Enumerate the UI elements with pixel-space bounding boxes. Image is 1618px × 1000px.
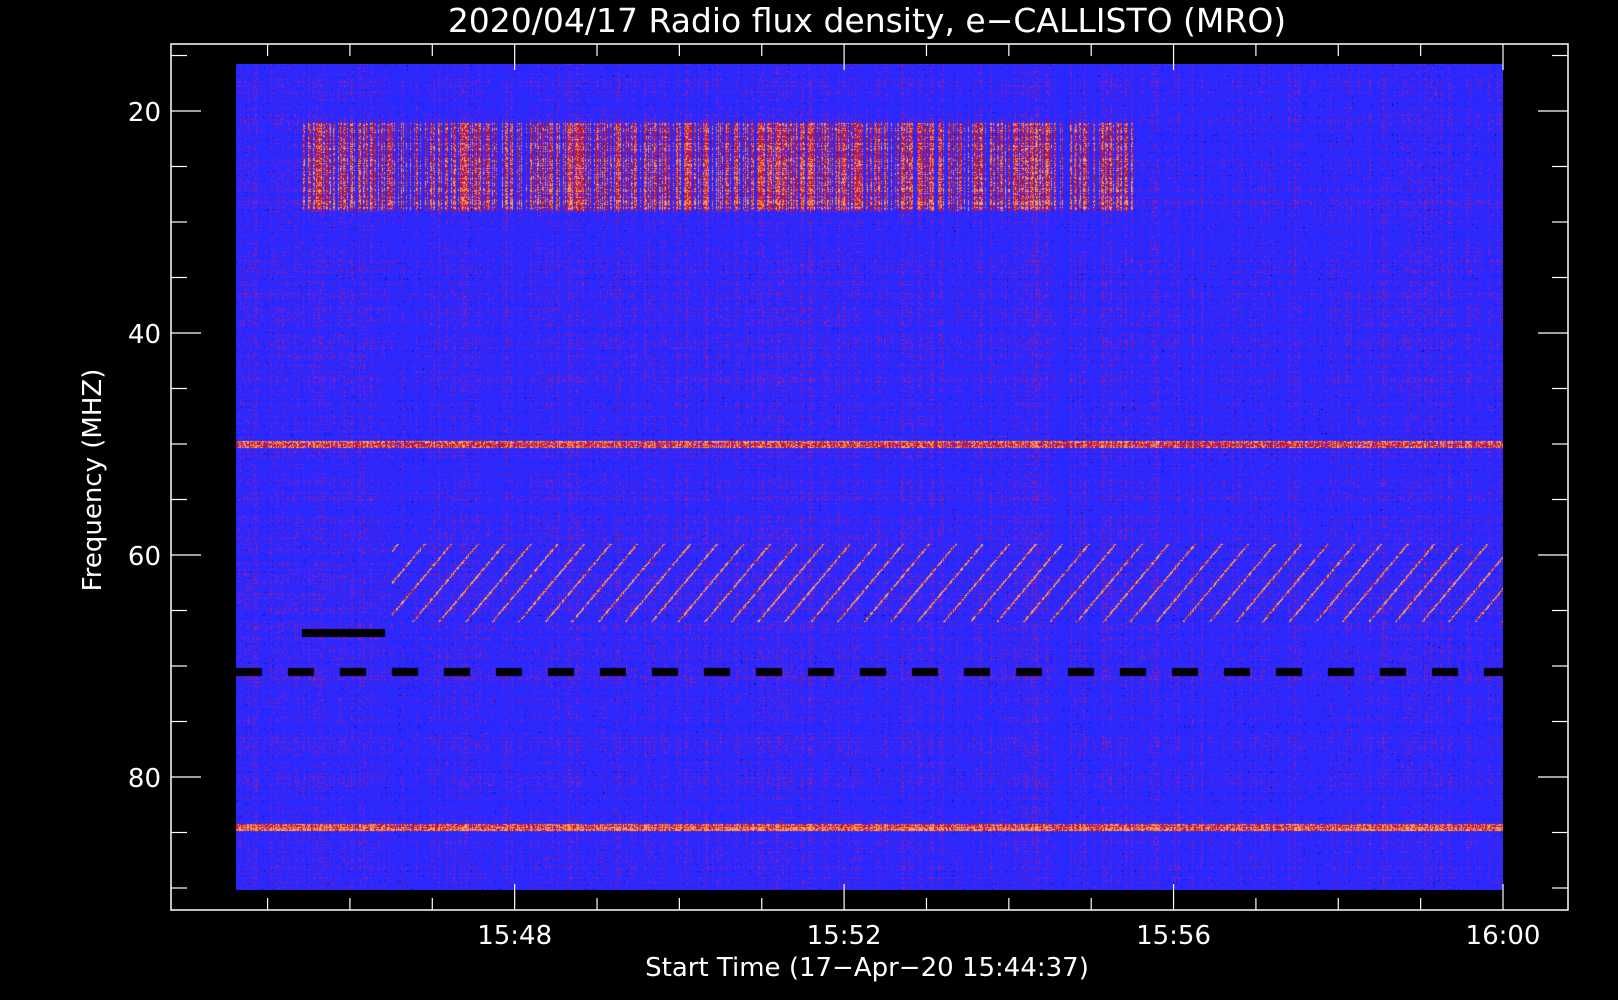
chart-title: 2020/04/17 Radio flux density, e−CALLIST… <box>448 1 1286 40</box>
x-tick-label: 15:48 <box>477 921 552 951</box>
y-axis-title: Frequency (MHZ) <box>78 369 108 592</box>
y-tick-label: 60 <box>128 542 161 572</box>
y-tick-label: 40 <box>128 320 161 350</box>
x-axis-title: Start Time (17−Apr−20 15:44:37) <box>645 953 1089 983</box>
y-tick-label: 80 <box>128 764 161 794</box>
y-tick-label: 20 <box>128 98 161 128</box>
spectrogram-heatmap <box>236 64 1503 890</box>
x-tick-label: 15:52 <box>807 921 882 951</box>
x-tick-label: 16:00 <box>1466 921 1541 951</box>
spectrogram-chart: 2020/04/17 Radio flux density, e−CALLIST… <box>0 0 1618 1000</box>
x-tick-label: 15:56 <box>1136 921 1211 951</box>
